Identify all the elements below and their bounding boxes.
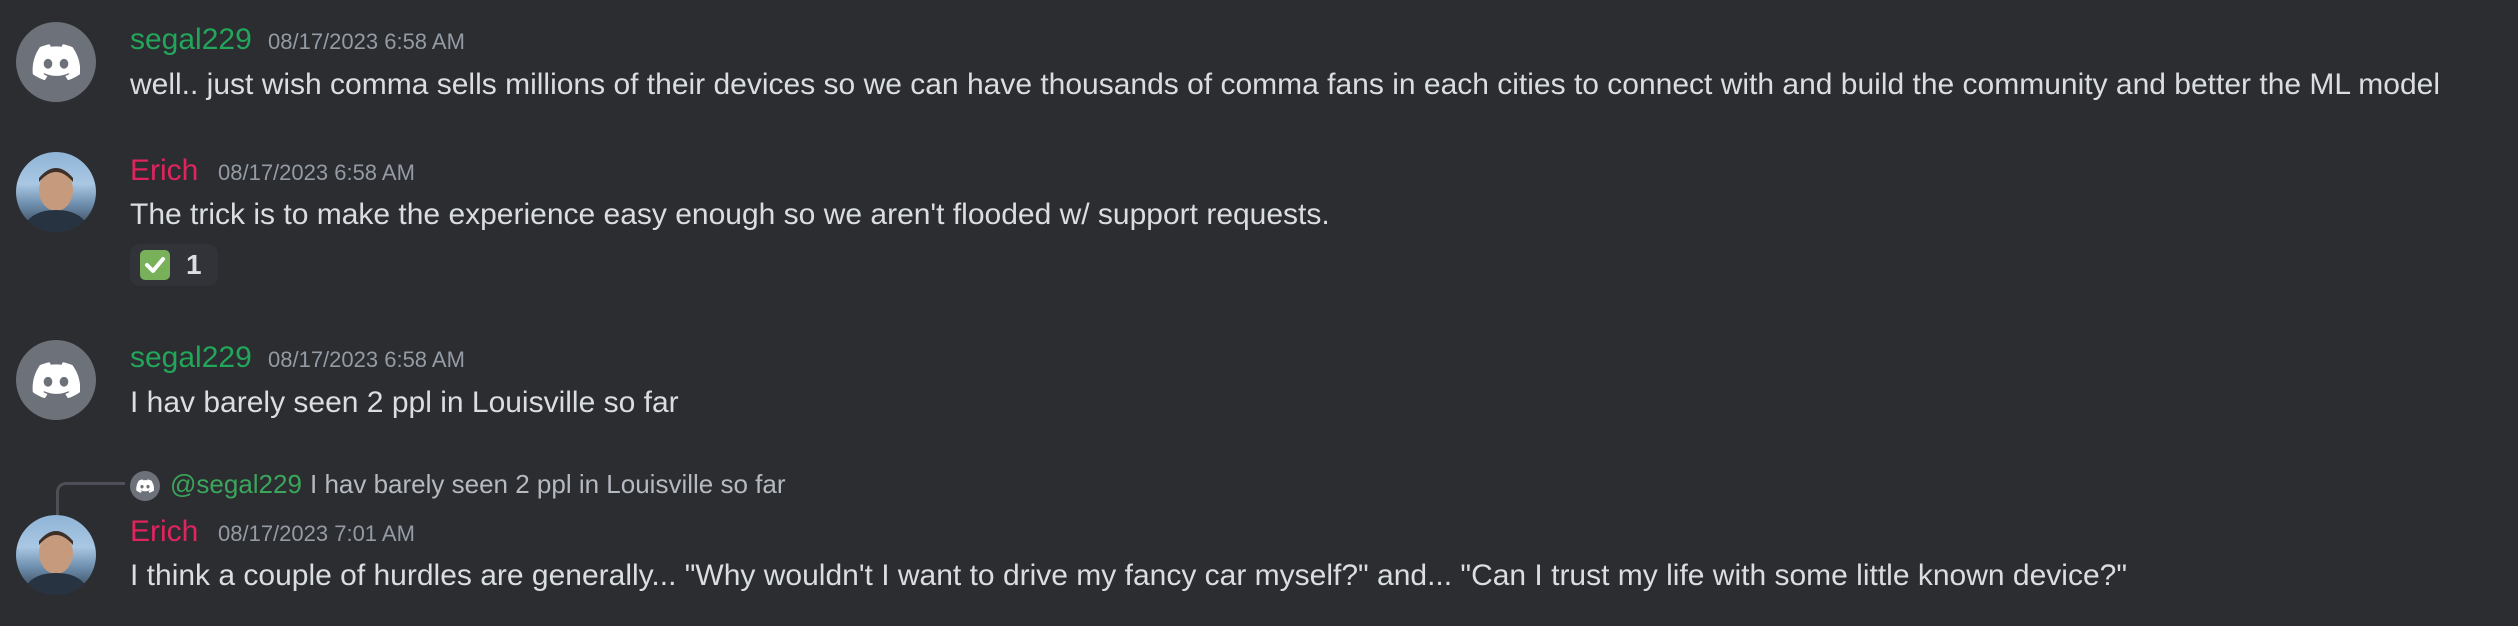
avatar[interactable] <box>16 22 96 102</box>
author-name[interactable]: segal229 <box>130 341 252 375</box>
message: segal229 08/17/2023 6:58 AM well.. just … <box>0 0 2518 140</box>
reply-preview-text[interactable]: I hav barely seen 2 ppl in Louisville so… <box>310 469 786 500</box>
discord-logo-icon <box>32 44 80 80</box>
reply-mention[interactable]: @segal229 <box>170 469 302 500</box>
reply-avatar[interactable] <box>130 471 160 501</box>
author-name[interactable]: Erich <box>130 154 198 188</box>
message-text: The trick is to make the experience easy… <box>130 198 1330 231</box>
message: Erich 08/17/2023 7:01 AM I think a coupl… <box>0 505 2518 626</box>
timestamp: 08/17/2023 6:58 AM <box>268 29 465 54</box>
discord-logo-icon <box>32 362 80 398</box>
message-text: I hav barely seen 2 ppl in Louisville so… <box>130 386 679 419</box>
message: segal229 08/17/2023 6:58 AM I hav barely… <box>0 320 2518 450</box>
author-name[interactable]: segal229 <box>130 23 252 57</box>
timestamp: 08/17/2023 6:58 AM <box>218 160 415 185</box>
avatar[interactable] <box>16 340 96 420</box>
avatar[interactable] <box>16 515 96 595</box>
timestamp: 08/17/2023 6:58 AM <box>268 347 465 372</box>
user-photo <box>22 531 90 595</box>
message: Erich 08/17/2023 6:58 AM The trick is to… <box>0 140 2518 310</box>
reaction-button[interactable]: 1 <box>130 244 218 286</box>
white-check-mark-icon <box>140 250 170 280</box>
message-text: I think a couple of hurdles are generall… <box>130 559 2127 592</box>
author-name[interactable]: Erich <box>130 515 198 549</box>
message-text: well.. just wish comma sells millions of… <box>130 68 2440 101</box>
reaction-count: 1 <box>186 249 202 280</box>
discord-logo-icon <box>136 479 154 493</box>
timestamp: 08/17/2023 7:01 AM <box>218 521 415 546</box>
avatar[interactable] <box>16 152 96 232</box>
user-photo <box>22 168 90 232</box>
